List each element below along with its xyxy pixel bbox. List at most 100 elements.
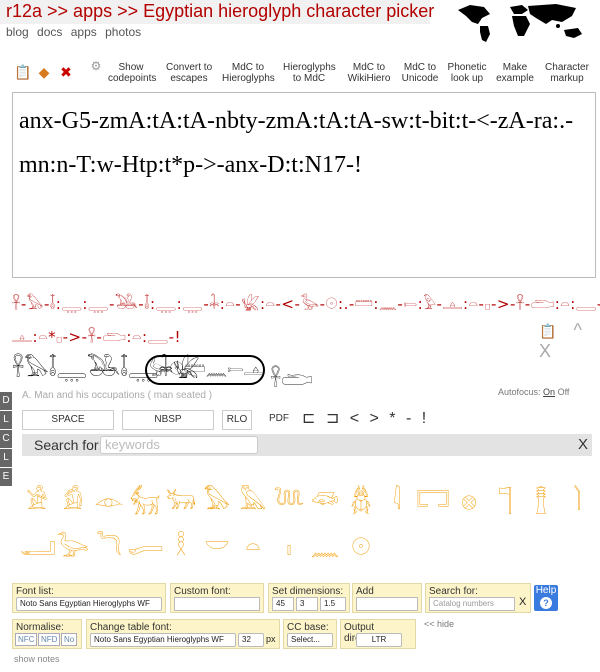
nav-link-blog[interactable]: blog	[6, 25, 29, 39]
world-map-logo	[458, 4, 582, 42]
cartouche: 𓅭𓇳𓏠𓈖𓍿𓊵	[145, 355, 265, 385]
glyph-cell[interactable]: 𓇳	[344, 530, 378, 564]
search-close-button[interactable]: X	[578, 436, 588, 453]
cc-base-select[interactable]: Select...	[287, 633, 333, 647]
close-button[interactable]: X	[539, 341, 551, 361]
catalog-search-input[interactable]: Catalog numbers	[429, 597, 515, 611]
glyph-cell[interactable]: 𓃶	[128, 484, 162, 518]
glyph-cell[interactable]: 𓆛	[308, 484, 342, 518]
toolbar: 📋 ◆ ✖ ⚙ Show codepoints Convert to escapes…	[0, 58, 600, 88]
table-font-size-select[interactable]: 32	[238, 633, 264, 647]
button-label: Make	[502, 62, 528, 73]
glyph-cell[interactable]: 𓅬	[56, 530, 90, 564]
button-label: Phonetic	[447, 62, 487, 73]
hide-link[interactable]: << hide	[424, 619, 454, 629]
glyph-cell[interactable]: 𓁹	[92, 484, 126, 518]
normalise-nfc[interactable]: NFC	[15, 633, 38, 646]
top-nav: blog docs apps photos	[6, 25, 146, 39]
help-button[interactable]: Help ?	[534, 585, 558, 611]
glyph-cell[interactable]: 𓀁	[56, 484, 90, 518]
site-title[interactable]: r12a >> apps >> Egyptian hieroglyph char…	[6, 1, 434, 22]
gear-icon[interactable]: ⚙	[88, 58, 104, 74]
output-direction-select[interactable]: LTR	[356, 633, 402, 647]
dimension-line-input[interactable]: 1.5	[320, 597, 346, 611]
phonetic-lookup-button[interactable]: Phonetic look up	[446, 62, 488, 84]
autofocus-on[interactable]: On	[543, 387, 555, 397]
button-label: Hieroglyphs	[222, 73, 275, 84]
show-codepoints-button[interactable]: Show codepoints	[108, 62, 156, 84]
question-icon: ?	[540, 597, 552, 609]
mdc-to-hieroglyphs-button[interactable]: MdC to Hieroglyphs	[222, 62, 275, 84]
side-tab-l2[interactable]: L	[0, 449, 12, 467]
rlo-button[interactable]: RLO	[222, 410, 252, 430]
side-tab-d[interactable]: D	[0, 392, 12, 410]
custom-font-input[interactable]	[174, 597, 260, 611]
glyph-cell[interactable]: 𓃒	[164, 484, 198, 518]
dimension-gap-input[interactable]: 3	[296, 597, 318, 611]
catalog-search-clear[interactable]: X	[519, 596, 526, 608]
special-symbols[interactable]: ⊏ ⊐ < > * - !	[302, 408, 429, 428]
glyph-cell[interactable]: 𓇋	[380, 484, 414, 518]
make-example-button[interactable]: Make example	[494, 62, 536, 84]
dimension-size-input[interactable]: 45	[272, 597, 294, 611]
normalise-no[interactable]: No	[61, 633, 78, 646]
glyph-cell[interactable]: 𓌙	[560, 484, 594, 518]
space-button[interactable]: SPACE	[22, 410, 114, 430]
diamond-icon[interactable]: ◆	[36, 64, 52, 80]
glyph-cell[interactable]: 𓆓	[92, 530, 126, 564]
glyph-cell[interactable]: 𓎛	[164, 530, 198, 564]
glyph-cell[interactable]: 𓈖	[308, 530, 342, 564]
side-tab-c[interactable]: C	[0, 430, 12, 448]
glyph-cell[interactable]: 𓀀	[20, 484, 54, 518]
glyph-cell[interactable]: 𓆣	[344, 484, 378, 518]
mdc-to-wikihiero-button[interactable]: MdC to WikiHiero	[344, 62, 394, 84]
table-font-select[interactable]: Noto Sans Egyptian Hieroglyphs WF	[90, 633, 236, 647]
glyph-cell[interactable]: 𓅓	[236, 484, 270, 518]
side-tab-e[interactable]: E	[0, 468, 12, 486]
hieroglyphs-to-mdc-button[interactable]: Hieroglyphs to MdC	[283, 62, 336, 84]
nav-link-photos[interactable]: photos	[105, 25, 141, 39]
collapse-button[interactable]: ^	[573, 320, 581, 340]
show-notes-link[interactable]: show notes	[14, 654, 60, 664]
nav-link-docs[interactable]: docs	[37, 25, 62, 39]
glyph-cell[interactable]: 𓂝	[20, 530, 56, 564]
notepad-icon[interactable]: 📋	[14, 64, 31, 80]
glyph-cell[interactable]: 𓂷	[128, 530, 163, 564]
side-tab-l[interactable]: L	[0, 411, 12, 429]
pdf-button[interactable]: PDF	[264, 410, 294, 430]
add-codepoint-input[interactable]	[356, 597, 418, 611]
button-label: WikiHiero	[347, 73, 391, 84]
normalise-nfd[interactable]: NFD	[38, 633, 61, 646]
character-markup-button[interactable]: Character markup	[542, 62, 592, 84]
button-label: MdC to	[231, 62, 265, 73]
glyph-cell[interactable]: 𓏤	[272, 530, 306, 564]
ankh-glyph: 𓋹𓂧	[270, 367, 313, 391]
nav-link-apps[interactable]: apps	[71, 25, 97, 39]
mdc-to-unicode-button[interactable]: MdC to Unicode	[398, 62, 442, 84]
convert-to-escapes-button[interactable]: Convert to escapes	[166, 62, 212, 84]
output-controls: 📋 ^ X	[527, 320, 600, 362]
button-label: MdC to	[352, 62, 386, 73]
table-font-unit: px	[266, 634, 276, 644]
glyph-cell[interactable]: 𓉐	[416, 484, 450, 518]
glyph-cell[interactable]: 𓎟	[200, 530, 234, 564]
font-list-select[interactable]: Noto Sans Egyptian Hieroglyphs WF	[16, 597, 162, 611]
close-icon[interactable]: ✖	[58, 64, 74, 80]
search-input[interactable]: keywords	[100, 436, 258, 454]
glyph-cell[interactable]: 𓊖	[452, 484, 486, 518]
button-label: Convert to	[166, 62, 213, 73]
notepad-icon[interactable]: 📋	[539, 323, 556, 339]
glyph-cell[interactable]: 𓏏	[236, 530, 270, 564]
glyph-cell[interactable]: 𓅃	[200, 484, 234, 518]
cartouche-glyphs: 𓅭𓇳𓏠𓈖𓍿𓊵	[147, 359, 265, 380]
hieroglyph-output-row: 𓋹-𓅃-𓄤:𓇾:𓇾-𓅒-𓄤:𓇾:𓇾-𓇓:𓏏-𓆤:𓏏-<-𓅭-𓇳:.-𓏠:𓈖-𓍿:…	[12, 295, 600, 313]
set-dimensions-label: Set dimensions:	[272, 586, 344, 597]
glyph-cell[interactable]: 𓊽	[524, 484, 558, 518]
glyph-cell[interactable]: 𓆙	[272, 484, 306, 518]
font-list-label: Font list:	[16, 586, 54, 597]
autofocus-off[interactable]: Off	[558, 387, 570, 397]
main-text-area[interactable]: anx-G5-zmA:tA:tA-nbty-zmA:tA:tA-sw:t-bit…	[12, 92, 596, 278]
button-label: Show	[118, 62, 144, 73]
glyph-cell[interactable]: 𓊹	[488, 484, 522, 518]
nbsp-button[interactable]: NBSP	[122, 410, 214, 430]
